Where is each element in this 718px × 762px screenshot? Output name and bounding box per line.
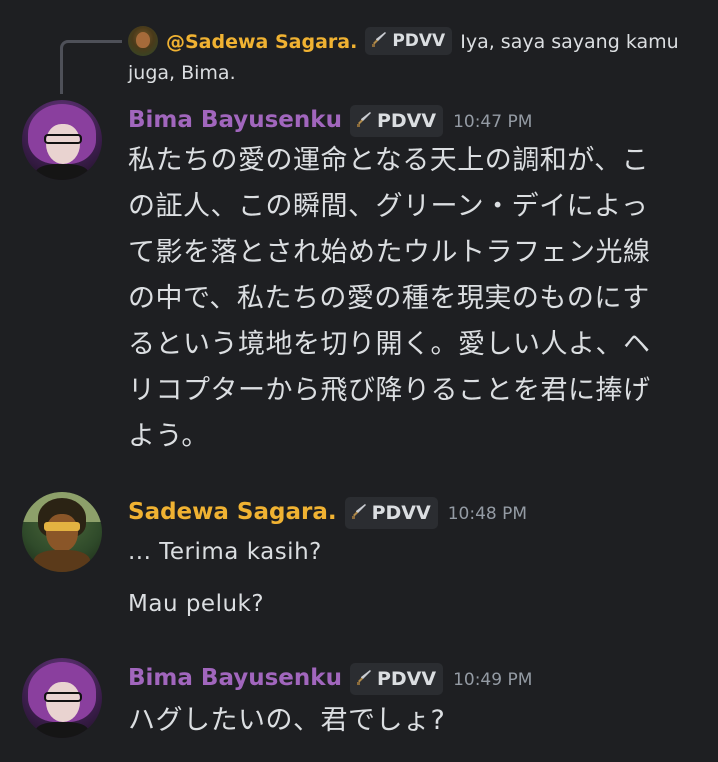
author-name[interactable]: Bima Bayusenku [128,107,342,133]
sword-icon [356,112,371,127]
message-line: るという境地を切り開く。愛しい人よ、ヘ [128,329,651,360]
message-content: 私たちの愛の運命となる天上の調和が、こ の証人、この瞬間、グリーン・デイによっ … [128,138,688,460]
reply-text-continued[interactable]: juga, Bima. [128,57,236,89]
role-tag-label: PDVV [376,667,437,690]
reply-avatar[interactable] [128,25,158,56]
reply-spine [60,40,122,94]
avatar[interactable] [22,100,102,180]
role-tag[interactable]: PDVV [365,26,453,55]
message-line: の証人、この瞬間、グリーン・デイによっ [128,191,649,222]
sword-icon [356,670,371,685]
message-line: の中で、私たちの愛の種を現実のものにす [128,283,650,314]
reply-author[interactable]: @Sadewa Sagara. [166,31,357,53]
message-content: ハグしたいの、君でしょ? [128,698,688,744]
role-tag-label: PDVV [376,109,437,132]
reply-line: @Sadewa Sagara. PDVV Iya, saya sayang kamu [128,25,718,58]
role-tag[interactable]: PDVV [344,496,438,529]
avatar[interactable] [22,658,102,738]
message-line: て影を落とされ始めたウルトラフェン光線 [128,237,651,268]
avatar[interactable] [22,492,102,572]
timestamp[interactable]: 10:49 PM [453,670,532,690]
author-name[interactable]: Bima Bayusenku [128,665,342,691]
message-line: よう。 [128,421,209,452]
role-tag[interactable]: PDVV [349,662,444,695]
author-name[interactable]: Sadewa Sagara. [128,499,337,525]
message-line: 私たちの愛の運命となる天上の調和が、こ [128,145,650,176]
message-header: Sadewa Sagara. PDVV 10:48 PM [128,494,527,530]
message-header: Bima Bayusenku PDVV 10:47 PM [128,102,532,138]
message-line: Mau peluk? [128,591,265,617]
message-line: ハグしたいの、君でしょ? [128,705,446,736]
sword-icon [372,31,387,47]
role-tag-label: PDVV [392,30,446,51]
timestamp[interactable]: 10:47 PM [453,112,532,132]
message-header: Bima Bayusenku PDVV 10:49 PM [128,660,532,696]
role-tag[interactable]: PDVV [349,104,444,137]
role-tag-label: PDVV [371,501,431,524]
message-line: リコプターから飛び降りることを君に捧げ [128,375,651,406]
chat-messages: @Sadewa Sagara. PDVV Iya, saya sayang kamu… [0,0,718,762]
sword-icon [351,504,366,519]
message-content: ... Terima kasih? Mau peluk? [128,536,688,620]
timestamp[interactable]: 10:48 PM [448,504,527,524]
reply-text[interactable]: Iya, saya sayang kamu [460,31,678,53]
message-line: ... Terima kasih? [128,539,322,565]
